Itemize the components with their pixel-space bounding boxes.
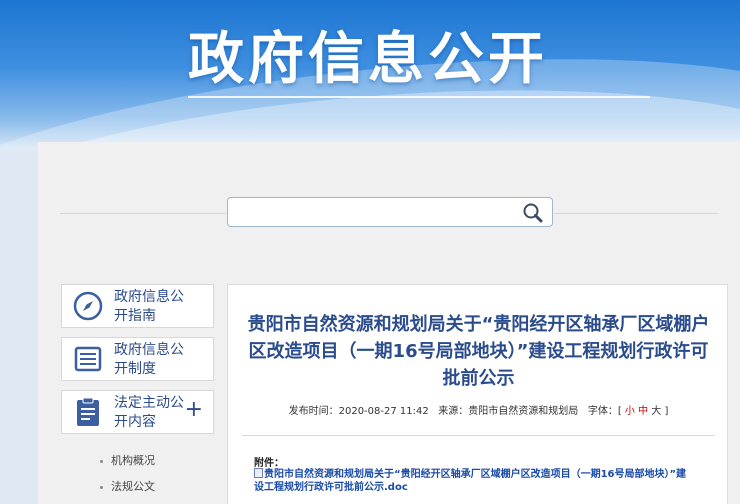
nav-label: 政府信息公开制度 (114, 342, 184, 377)
source-label: 来源： (438, 406, 469, 417)
attachment-label: 附件： (254, 458, 284, 469)
search-input[interactable] (234, 199, 518, 227)
divider (60, 213, 226, 214)
nav-label: 法定主动公开内容 (114, 395, 184, 430)
divider (242, 435, 715, 436)
header-banner: 政府信息公开 (0, 0, 740, 150)
compass-icon (73, 291, 103, 321)
article-panel: 贵阳市自然资源和规划局关于“贵阳经开区轴承厂区域棚户区改造项目（一期16号局部地… (227, 284, 728, 504)
source-value: 贵阳市自然资源和规划局 (468, 406, 579, 417)
nav-regulations[interactable]: 政府信息公开制度 (61, 337, 214, 381)
article-meta: 发布时间：2020-08-27 11:42 来源：贵阳市自然资源和规划局 字体：… (228, 402, 729, 417)
font-small-button[interactable]: 小 (625, 406, 635, 417)
bullet-icon (100, 459, 103, 463)
nav-statutory-content[interactable]: 法定主动公开内容 + (61, 390, 214, 434)
doc-file-icon (254, 468, 263, 478)
publish-time: 2020-08-27 11:42 (338, 406, 429, 417)
font-size-label: 字体：[ (587, 406, 622, 417)
publish-label: 发布时间： (288, 406, 339, 417)
page-title: 政府信息公开 (188, 27, 548, 92)
nav-label: 政府信息公开指南 (114, 289, 184, 324)
divider (554, 213, 718, 214)
banner-underline (188, 96, 650, 98)
clipboard-icon (77, 397, 99, 426)
subnav-item-organization[interactable]: 机构概况 (100, 452, 155, 468)
expand-icon[interactable]: + (185, 399, 203, 421)
subnav-label: 法规公文 (111, 480, 155, 493)
attachment-link[interactable]: 贵阳市自然资源和规划局关于“贵阳经开区轴承厂区域棚户区改造项目（一期16号局部地… (254, 468, 694, 494)
bullet-icon (100, 485, 103, 489)
font-large-button[interactable]: 大 (651, 406, 661, 417)
search-icon[interactable] (522, 202, 544, 224)
font-size-close: ] (664, 406, 669, 417)
subnav-label: 机构概况 (111, 454, 155, 467)
list-document-icon (74, 346, 102, 372)
attachment-name: 贵阳市自然资源和规划局关于“贵阳经开区轴承厂区域棚户区改造项目（一期16号局部地… (254, 469, 687, 493)
nav-guide[interactable]: 政府信息公开指南 (61, 284, 214, 328)
article-title: 贵阳市自然资源和规划局关于“贵阳经开区轴承厂区域棚户区改造项目（一期16号局部地… (247, 314, 710, 389)
search-box (227, 197, 553, 227)
subnav-item-regulations[interactable]: 法规公文 (100, 478, 155, 494)
font-medium-button[interactable]: 中 (638, 406, 648, 417)
